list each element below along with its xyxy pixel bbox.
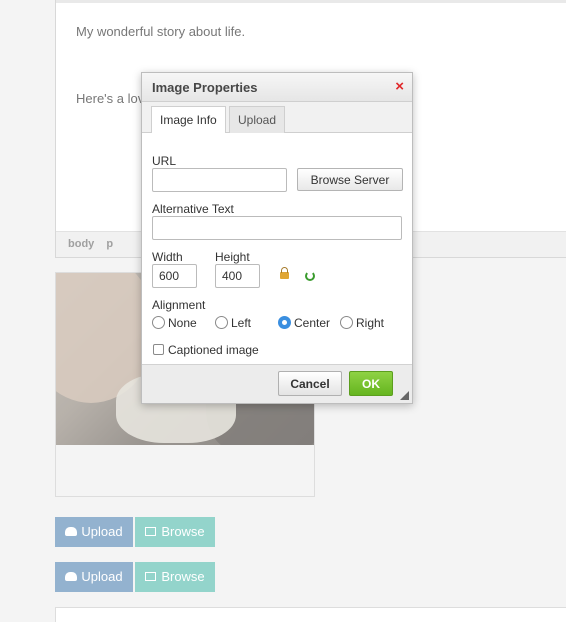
alt-text-input[interactable] [152,216,402,240]
align-center-label: Center [294,316,331,330]
radio-align-left[interactable] [215,316,228,329]
height-label: Height [215,250,250,264]
path-item-p[interactable]: p [106,238,113,250]
upload-button-1[interactable]: Upload [55,517,133,547]
editor-top-border [56,0,566,3]
reset-size-icon[interactable] [305,271,315,281]
image-properties-dialog: Image Properties × Image Info Upload URL… [141,72,413,404]
alignment-label: Alignment [152,298,206,312]
lock-ratio-icon[interactable] [280,267,289,279]
dialog-tabs: Image Info Upload [142,102,412,134]
captioned-image-label: Captioned image [168,343,259,357]
browse-server-button[interactable]: Browse Server [297,168,403,191]
ok-button[interactable]: OK [349,371,393,396]
radio-align-none[interactable] [152,316,165,329]
upload-label-1: Upload [81,524,123,539]
width-label: Width [152,250,183,264]
width-input[interactable] [152,264,197,288]
alt-text-label: Alternative Text [152,202,234,216]
radio-align-right[interactable] [340,316,353,329]
image-icon [145,572,157,582]
resize-handle-icon[interactable] [400,391,409,400]
browse-label-2: Browse [161,569,205,584]
url-input[interactable] [152,168,287,192]
browse-button-1[interactable]: Browse [135,517,215,547]
upload-label-2: Upload [81,569,123,584]
cloud-upload-icon [65,572,78,582]
radio-align-center[interactable] [278,316,291,329]
cancel-button[interactable]: Cancel [278,371,342,396]
tab-image-info[interactable]: Image Info [151,106,226,134]
dialog-footer: Cancel OK [142,364,412,403]
tab-upload[interactable]: Upload [229,106,286,133]
upload-button-2[interactable]: Upload [55,562,133,592]
height-input[interactable] [215,264,260,288]
cloud-upload-icon [65,527,78,537]
editor-paragraph-2[interactable]: Here's a lov [76,91,144,106]
url-label: URL [152,154,177,168]
path-item-body[interactable]: body [68,238,94,250]
browse-button-2[interactable]: Browse [135,562,215,592]
captioned-image-checkbox[interactable] [153,344,164,355]
editor-paragraph-1[interactable]: My wonderful story about life. [76,24,245,39]
dialog-title-bar[interactable]: Image Properties × [142,73,412,102]
align-right-label: Right [356,316,385,330]
align-none-label: None [168,316,197,330]
dialog-title: Image Properties [152,80,258,95]
close-icon[interactable]: × [395,78,404,95]
align-left-label: Left [231,316,252,330]
browse-label-1: Browse [161,524,205,539]
image-icon [145,527,157,537]
next-editor-edge [55,607,566,622]
